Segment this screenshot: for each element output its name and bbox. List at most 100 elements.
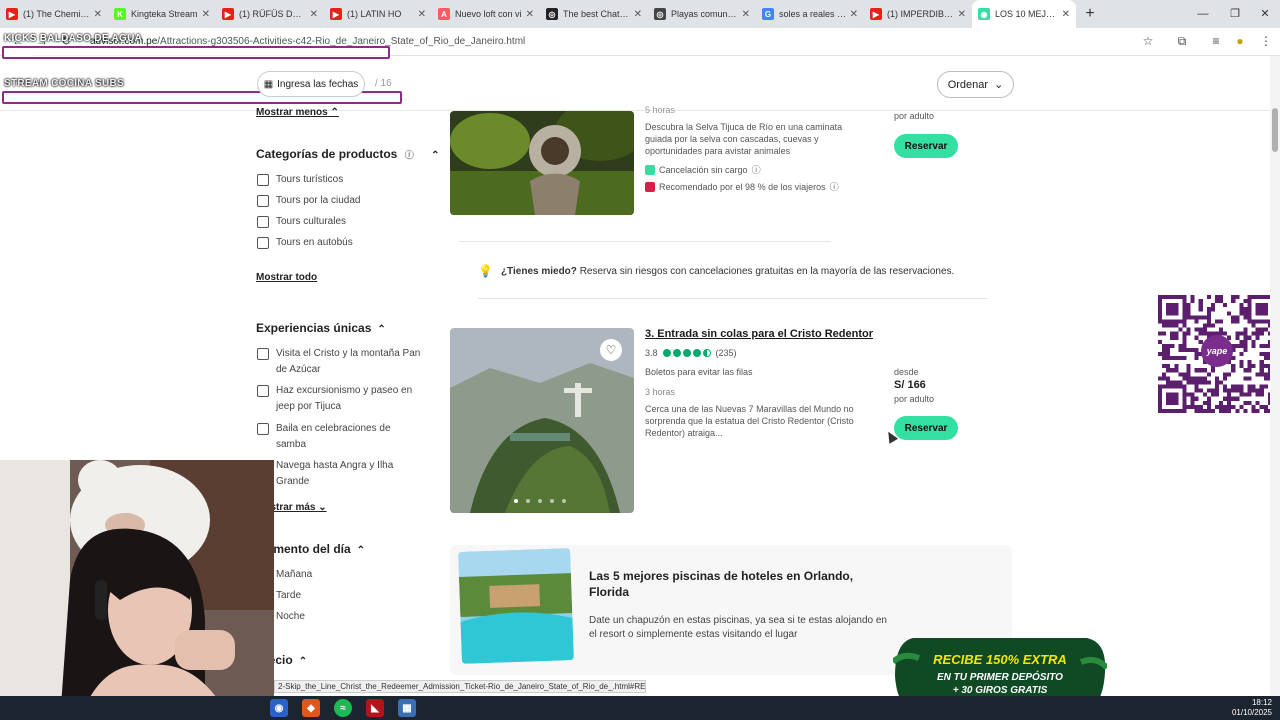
extensions-icon[interactable]: ⧉ [1174, 34, 1190, 49]
tab-title: The best ChatBot [563, 9, 631, 19]
close-window-icon[interactable]: ✕ [1250, 0, 1280, 28]
tour-price: S/ 166 [894, 379, 926, 391]
bookmark-star-icon[interactable]: ☆ [1140, 34, 1156, 48]
tab-title: Nuevo loft con vi [455, 9, 522, 19]
close-tab-icon[interactable]: ✕ [1062, 9, 1070, 20]
calendar-icon: ▦ [263, 78, 274, 90]
banner-headline: RECIBE 150% EXTRA [933, 652, 1067, 667]
browser-tab[interactable]: ▶ (1) The Chemical ✕ [0, 0, 108, 28]
tab-favicon-icon: ▶ [330, 8, 342, 20]
price-per-adult: por adulto [894, 394, 935, 404]
browser-tab[interactable]: ▶ (1) RÜFÜS DU SOL✕ [216, 0, 324, 28]
tour-subtitle: Boletos para evitar las filas [645, 367, 753, 377]
filter-checkbox[interactable]: Tours turísticos [257, 172, 343, 188]
filter-checkbox[interactable]: Tours culturales [257, 214, 346, 230]
tab-favicon-icon: G [762, 8, 774, 20]
close-tab-icon[interactable]: ✕ [742, 9, 750, 20]
filter-checkbox[interactable]: Baila en celebraciones de samba [257, 421, 391, 453]
tour-image-tijuca[interactable] [450, 111, 634, 215]
chevron-up-icon[interactable]: ⌃ [431, 150, 439, 161]
chevron-up-icon: ⌃ [330, 107, 339, 118]
show-less-link[interactable]: Mostrar menos ⌃ [256, 107, 339, 118]
browser-tab[interactable]: ◎ The best ChatBot ✕ [540, 0, 648, 28]
tab-favicon-icon: ▶ [222, 8, 234, 20]
close-tab-icon[interactable]: ✕ [94, 9, 102, 20]
taskbar-app-icon[interactable]: ◉ [270, 699, 288, 717]
tour-description: Cerca una de las Nuevas 7 Maravillas del… [645, 404, 854, 438]
chevron-down-icon: ⌄ [318, 502, 327, 513]
close-tab-icon[interactable]: ✕ [202, 9, 210, 20]
reading-list-icon[interactable]: ≡ [1208, 34, 1224, 48]
browser-tab[interactable]: ◎ Playas comunes c ✕ [648, 0, 756, 28]
yape-qr-code: yape [1158, 295, 1276, 413]
tour-title[interactable]: 3. Entrada sin colas para el Cristo Rede… [645, 328, 873, 340]
close-tab-icon[interactable]: ✕ [310, 9, 318, 20]
scroll-thumb[interactable] [1272, 108, 1278, 152]
taskbar: ◉ ◆ ≈ ◣ ▦ 18:12 01/10/2025 [0, 696, 1280, 720]
reserve-button[interactable]: Reservar [894, 134, 958, 158]
spotify-icon[interactable]: ≈ [334, 699, 352, 717]
tab-list: ▶ (1) The Chemical ✕ K Kingteka Stream ✕ ▶ (1) … [0, 0, 1076, 28]
heart-icon [645, 182, 655, 192]
tab-favicon-icon: ▶ [6, 8, 18, 20]
browser-tab[interactable]: K Kingteka Stream ✕ [108, 0, 216, 28]
price-per-adult: por adulto [894, 111, 935, 121]
article-excerpt: Date un chapuzón en estas piscinas, ya s… [589, 615, 887, 640]
close-tab-icon[interactable]: ✕ [850, 9, 858, 20]
browser-tab[interactable]: Gsoles a reales - Bu ✕ [756, 0, 864, 28]
filter-checkbox[interactable]: Haz excursionismo y paseo en jeep por Tij… [257, 383, 412, 415]
close-tab-icon[interactable]: ✕ [526, 9, 534, 20]
close-tab-icon[interactable]: ✕ [634, 9, 642, 20]
lightbulb-icon: 💡 [478, 264, 493, 278]
unique-experiences-title[interactable]: Experiencias únicas ⌃ [256, 321, 386, 335]
filter-checkbox[interactable]: Navega hasta Angra y Ilha Grande [257, 458, 393, 490]
tab-strip: ▶ (1) The Chemical ✕ K Kingteka Stream ✕ ▶ (1) … [0, 0, 1280, 28]
tab-title: LOS 10 MEJORES [995, 9, 1059, 19]
reserve-button[interactable]: Reservar [894, 416, 958, 440]
close-tab-icon[interactable]: ✕ [418, 9, 426, 20]
new-tab-button[interactable]: + [1076, 5, 1104, 23]
taskbar-app-icon[interactable]: ◆ [302, 699, 320, 717]
filter-checkbox[interactable]: Tours por la ciudad [257, 193, 361, 209]
info-icon[interactable]: ⓘ [405, 150, 414, 160]
menu-icon[interactable]: ⋮ [1258, 34, 1274, 48]
tab-title: (1) The Chemical [23, 9, 91, 19]
divider [459, 241, 831, 242]
article-image-pool[interactable] [458, 548, 574, 664]
filter-checkbox[interactable]: Visita el Cristo y la montaña Pan de Azúc… [257, 346, 420, 378]
tab-favicon-icon: K [114, 8, 126, 20]
overlay-goal-label: KICKS BALDASO DE AGUA [4, 33, 143, 44]
close-tab-icon[interactable]: ✕ [958, 9, 966, 20]
info-icon: ⓘ [751, 165, 761, 175]
recommendation: Recomendado por el 98 % de los viajeros ⓘ [645, 181, 839, 193]
chevron-down-icon: ⌄ [994, 79, 1004, 91]
categories-title[interactable]: Categorías de productos ⓘ ⌃ [256, 147, 439, 161]
webcam-feed [0, 460, 274, 720]
free-cancellation: Cancelación sin cargo ⓘ [645, 164, 761, 176]
calculator-icon[interactable]: ▦ [398, 699, 416, 717]
show-all-link[interactable]: Mostrar todo [256, 272, 317, 283]
browser-tab[interactable]: ▶ (1) IMPERDIBLE ✕ [864, 0, 972, 28]
tab-favicon-icon: ◎ [546, 8, 558, 20]
filter-checkbox[interactable]: Tours en autobús [257, 235, 353, 251]
tab-title: (1) IMPERDIBLE [887, 9, 955, 19]
tab-title: soles a reales - Bu [779, 9, 847, 19]
header-divider [0, 110, 1270, 111]
article-title[interactable]: Las 5 mejores piscinas de hoteles en Orl… [589, 568, 889, 600]
browser-tab[interactable]: ◉ LOS 10 MEJORES✕ [972, 0, 1076, 28]
page-scrollbar[interactable] [1270, 56, 1280, 696]
save-heart-icon[interactable]: ♡ [600, 339, 622, 361]
profile-avatar-icon[interactable]: ● [1232, 34, 1248, 48]
free-cancel-notice: 💡 ¿Tienes miedo? Reserva sin riesgos con… [478, 264, 955, 278]
minimize-icon[interactable]: — [1188, 0, 1218, 28]
divider [478, 298, 988, 299]
maximize-icon[interactable]: ❐ [1220, 0, 1250, 28]
browser-tab[interactable]: ▶ (1) LATIN HO ✕ [324, 0, 432, 28]
overlay-subs-label: STREAM COCINA SUBS [4, 78, 125, 89]
taskbar-app-icon[interactable]: ◣ [366, 699, 384, 717]
tab-favicon-icon: A [438, 8, 450, 20]
browser-tab[interactable]: A Nuevo loft con vi ✕ [432, 0, 540, 28]
sort-button[interactable]: Ordenar ⌄ [937, 71, 1014, 98]
tab-title: Kingteka Stream [131, 9, 198, 19]
date-picker-button[interactable]: ▦ Ingresa las fechas [257, 71, 365, 97]
